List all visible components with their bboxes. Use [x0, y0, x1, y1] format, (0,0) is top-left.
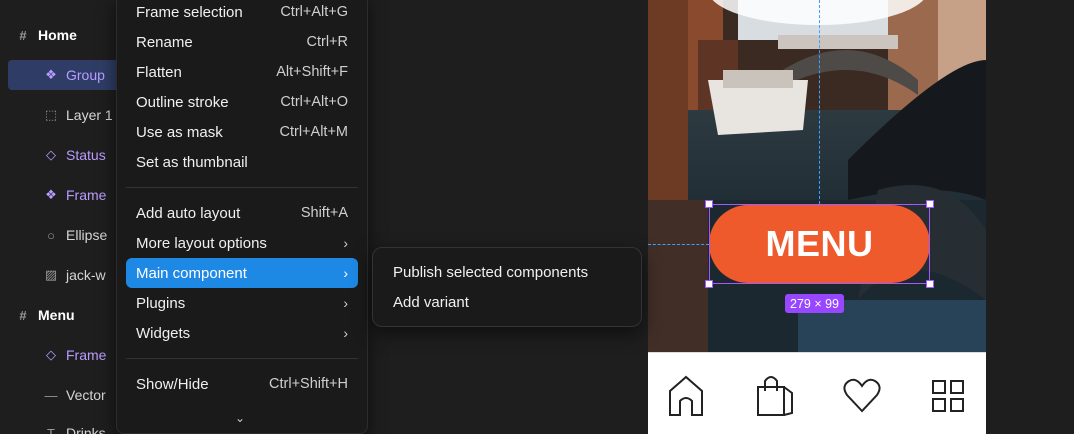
layer-group[interactable]: ❖ Group	[8, 60, 128, 90]
menu-item-label: Widgets	[136, 324, 191, 342]
menu-item-label: More layout options	[136, 234, 267, 252]
menu-divider	[126, 187, 358, 188]
component-icon: ❖	[45, 67, 57, 82]
main-component-submenu: Publish selected components Add variant	[372, 247, 642, 327]
layer-label: Group	[66, 67, 105, 83]
layer-label: Frame	[66, 187, 107, 203]
menu-item-frame-selection[interactable]: Frame selection Ctrl+Alt+G	[126, 0, 358, 27]
text-icon: T	[47, 425, 55, 434]
menu-item-label: Rename	[136, 33, 193, 51]
menu-item-shortcut: Ctrl+Alt+O	[280, 94, 348, 110]
layer-status[interactable]: ◇ Status	[8, 140, 128, 170]
menu-item-more-layout-options[interactable]: More layout options ›	[126, 228, 358, 258]
menu-item-shortcut: Ctrl+Alt+M	[279, 124, 349, 140]
menu-item-label: Main component	[136, 264, 247, 282]
menu-item-label: Frame selection	[136, 3, 243, 21]
ellipse-icon: ○	[47, 227, 55, 243]
layer-image[interactable]: ▨ jack-w	[8, 260, 128, 290]
menu-item-main-component[interactable]: Main component ›	[126, 258, 358, 288]
layer-board-menu[interactable]: # Menu	[8, 300, 128, 330]
instance-icon: ◇	[46, 347, 56, 362]
alignment-guide-horizontal	[648, 244, 709, 245]
menu-item-show-hide[interactable]: Show/Hide Ctrl+Shift+H	[126, 369, 358, 399]
layer-label: Home	[38, 27, 77, 43]
resize-handle-bottom-left[interactable]	[705, 280, 713, 288]
layer-label: Vector	[66, 387, 106, 403]
image-icon: ▨	[44, 267, 58, 282]
submenu-item-publish-selected-components[interactable]: Publish selected components	[381, 258, 633, 286]
path-icon: —	[44, 387, 58, 403]
board-icon: #	[19, 27, 27, 43]
chevron-right-icon: ›	[343, 265, 348, 281]
menu-item-shortcut: Ctrl+Alt+G	[280, 4, 348, 20]
menu-item-use-as-mask[interactable]: Use as mask Ctrl+Alt+M	[126, 117, 358, 147]
frame-dashed-icon: ⬚	[44, 107, 58, 122]
menu-item-label: Add auto layout	[136, 204, 241, 222]
menu-divider	[126, 358, 358, 359]
context-menu: Frame selection Ctrl+Alt+G Rename Ctrl+R…	[116, 0, 368, 434]
bottom-tab-bar	[648, 352, 986, 434]
submenu-item-add-variant[interactable]: Add variant	[381, 288, 633, 316]
layer-label: Frame	[66, 347, 107, 363]
menu-item-rename[interactable]: Rename Ctrl+R	[126, 27, 358, 57]
component-icon: ❖	[45, 187, 57, 202]
layer-ellipse[interactable]: ○ Ellipse	[8, 220, 128, 250]
layer-label: Ellipse	[66, 227, 108, 243]
instance-icon: ◇	[46, 147, 56, 162]
menu-item-shortcut: Alt+Shift+F	[276, 64, 348, 80]
menu-item-shortcut: Shift+A	[300, 205, 348, 221]
board-icon: #	[19, 307, 27, 323]
canvas-background	[986, 0, 1074, 434]
chevron-down-icon[interactable]: ⌄	[235, 411, 245, 425]
menu-item-flatten[interactable]: Flatten Alt+Shift+F	[126, 57, 358, 87]
menu-item-set-as-thumbnail[interactable]: Set as thumbnail	[126, 147, 358, 177]
layer-board-home[interactable]: # Home	[8, 20, 128, 50]
layer-label: jack-w	[66, 267, 106, 283]
layer-layer-1[interactable]: ⬚ Layer 1	[8, 100, 128, 130]
menu-board-canvas[interactable]: MENU 279 × 99	[648, 0, 986, 434]
chevron-right-icon: ›	[343, 235, 348, 251]
menu-button[interactable]: MENU	[709, 205, 930, 283]
menu-item-label: Show/Hide	[136, 375, 209, 393]
selection-dimensions-badge: 279 × 99	[785, 294, 845, 313]
resize-handle-bottom-right[interactable]	[926, 280, 934, 288]
chevron-right-icon: ›	[343, 295, 348, 311]
alignment-guide-vertical	[819, 0, 820, 204]
menu-item-label: Outline stroke	[136, 93, 229, 111]
menu-item-label: Use as mask	[136, 123, 223, 141]
menu-item-label: Set as thumbnail	[136, 153, 248, 171]
heart-icon[interactable]	[842, 373, 882, 417]
menu-item-plugins[interactable]: Plugins ›	[126, 288, 358, 318]
menu-button-label: MENU	[765, 223, 874, 264]
layer-drinks[interactable]: T Drinks	[8, 418, 128, 434]
grid-icon[interactable]	[928, 373, 968, 417]
menu-item-label: Flatten	[136, 63, 182, 81]
layer-frame-2[interactable]: ◇ Frame	[8, 340, 128, 370]
layer-label: Status	[66, 147, 106, 163]
home-icon[interactable]	[666, 373, 706, 417]
resize-handle-top-left[interactable]	[705, 200, 713, 208]
shopping-bag-icon[interactable]	[754, 373, 794, 417]
resize-handle-top-right[interactable]	[926, 200, 934, 208]
layer-frame[interactable]: ❖ Frame	[8, 180, 128, 210]
menu-item-outline-stroke[interactable]: Outline stroke Ctrl+Alt+O	[126, 87, 358, 117]
menu-item-shortcut: Ctrl+Shift+H	[269, 376, 348, 392]
menu-item-label: Plugins	[136, 294, 186, 312]
menu-item-widgets[interactable]: Widgets ›	[126, 318, 358, 348]
layer-vector[interactable]: — Vector	[8, 380, 128, 410]
layer-label: Menu	[38, 307, 75, 323]
layer-label: Drinks	[66, 425, 106, 434]
menu-item-shortcut: Ctrl+R	[306, 34, 349, 50]
chevron-right-icon: ›	[343, 325, 348, 341]
menu-item-add-auto-layout[interactable]: Add auto layout Shift+A	[126, 198, 358, 228]
layer-label: Layer 1	[66, 107, 113, 123]
